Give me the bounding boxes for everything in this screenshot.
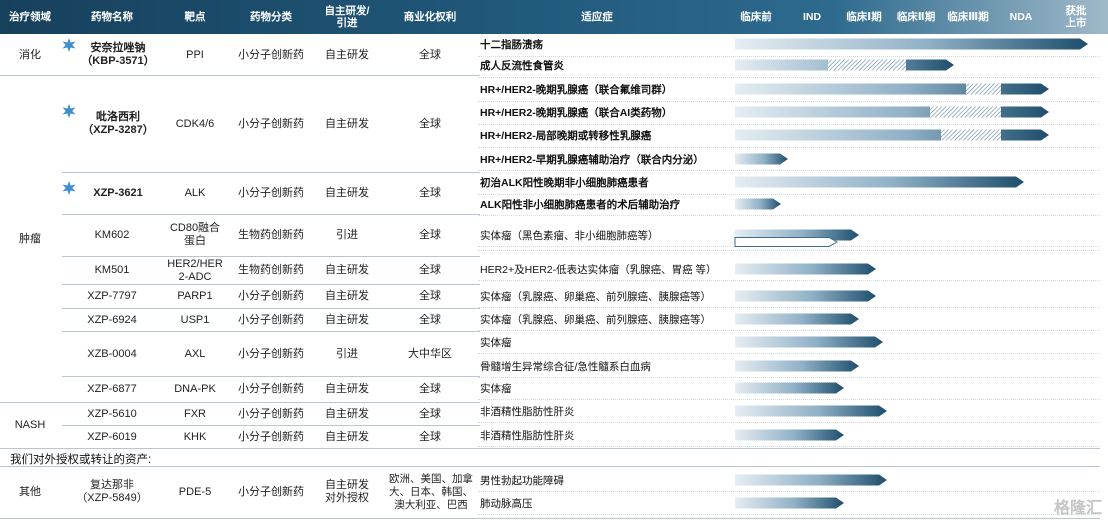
progress-bar [734,237,839,247]
pipeline-table: { "header": { "area": "治疗领域", "drug": "药… [0,0,1108,520]
progress-bar [735,106,1049,118]
progress-bar [735,382,844,394]
progress-bar [735,497,844,509]
progress-bar [735,405,887,417]
progress-bar [735,474,887,486]
progress-bar [735,176,1024,188]
watermark: 格隆汇 [1053,500,1102,517]
progress-bar [735,198,781,210]
progress-bar [735,129,1049,141]
progress-bar [735,263,876,275]
progress-bar [735,290,876,302]
progress-bar [735,360,859,372]
progress-bar [735,83,1049,95]
progress-bars [734,38,1088,509]
progress-bar [735,38,1088,50]
progress-bar [735,313,859,325]
progress-bar [735,153,788,165]
progress-bar [735,336,883,348]
progress-bar [735,429,844,441]
progress-bar [735,59,954,71]
